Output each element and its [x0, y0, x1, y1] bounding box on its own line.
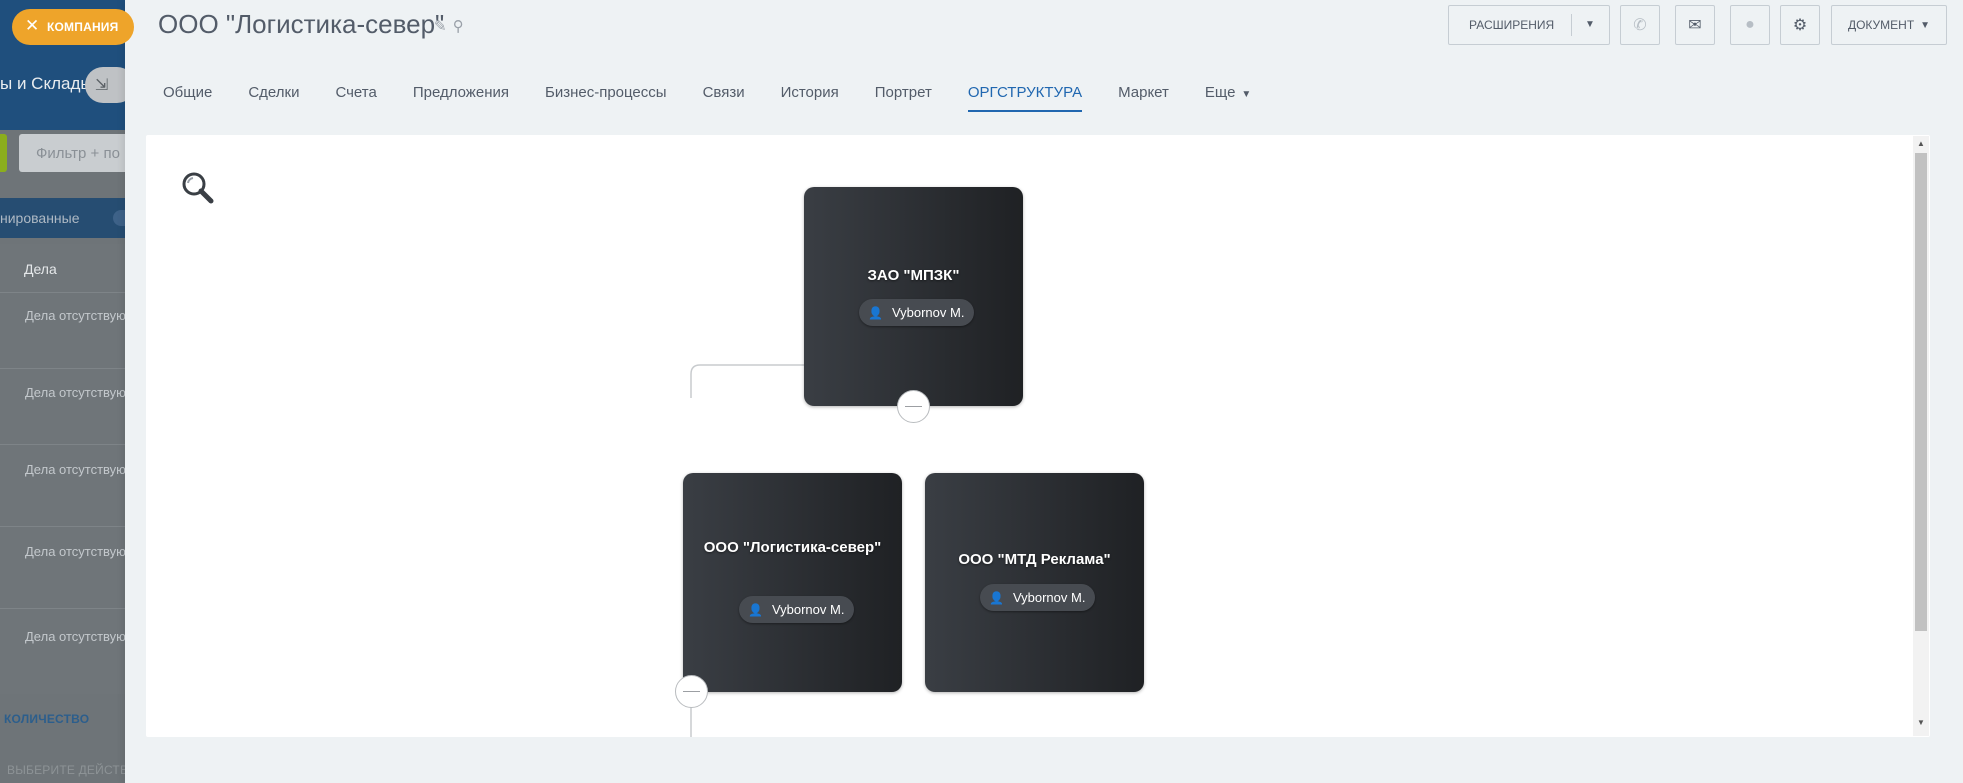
person-name: Vybornov M.	[1012, 590, 1086, 605]
link-icon[interactable]: ⚲	[453, 18, 464, 35]
node-title: ЗАО "МПЗК"	[867, 267, 960, 284]
button-divider	[1571, 14, 1572, 36]
tab-history[interactable]: История	[781, 84, 839, 112]
node-person[interactable]: 👤 Vybornov M.	[980, 584, 1096, 611]
background-title: ы и Склады	[0, 74, 93, 93]
extensions-label: РАСШИРЕНИЯ	[1469, 18, 1555, 32]
tab-deals[interactable]: Сделки	[248, 84, 299, 112]
entity-type-label: КОМПАНИЯ	[47, 20, 119, 34]
user-icon: 👤	[868, 305, 883, 320]
table-row: Дела отсутствуют	[0, 444, 130, 526]
node-person[interactable]: 👤 Vybornov M.	[859, 299, 975, 326]
tab-bar: Общие Сделки Счета Предложения Бизнес-пр…	[163, 84, 1287, 114]
company-name: ООО "Логистика-север"	[158, 9, 445, 39]
scroll-up-icon[interactable]: ▲	[1917, 139, 1925, 148]
call-button[interactable]: ✆	[1620, 5, 1660, 45]
phone-icon: ✆	[1633, 17, 1647, 34]
person-name: Vybornov M.	[891, 305, 965, 320]
pencil-icon[interactable]: ✎	[434, 18, 447, 35]
add-button	[0, 134, 7, 172]
tab-portrait[interactable]: Портрет	[875, 84, 932, 112]
column-header: Дела	[24, 261, 57, 277]
close-slider-button[interactable]: ✕ КОМПАНИЯ	[12, 9, 134, 45]
action-label: ВЫБЕРИТЕ ДЕЙСТВИЕ	[7, 763, 130, 777]
table-row: Дела отсутствуют	[0, 608, 130, 694]
tab-more[interactable]: Еще ▼	[1205, 84, 1251, 112]
person-name: Vybornov M.	[771, 602, 845, 617]
close-icon: ✕	[25, 16, 40, 35]
gear-icon: ⚙	[1792, 17, 1808, 34]
scroll-thumb[interactable]	[1915, 153, 1927, 631]
collapse-toggle[interactable]	[675, 675, 708, 708]
orgchart-canvas[interactable]: ЗАО "МПЗК" 👤 Vybornov M. ООО "Логистика-…	[146, 135, 1930, 737]
chevron-down-icon: ▼	[1241, 89, 1252, 100]
tab-more-label: Еще	[1204, 84, 1236, 101]
minus-icon	[905, 406, 922, 407]
tab-general[interactable]: Общие	[163, 84, 212, 112]
org-node-root[interactable]: ЗАО "МПЗК" 👤 Vybornov M.	[804, 187, 1023, 406]
mail-icon: ✉	[1688, 17, 1702, 34]
node-title: ООО "МТД Реклама"	[958, 551, 1111, 568]
title-actions: ✎ ⚲	[434, 17, 464, 35]
document-button[interactable]: ДОКУМЕНТ ▼	[1831, 5, 1947, 45]
node-person[interactable]: 👤 Vybornov M.	[739, 596, 855, 623]
minus-icon	[683, 691, 700, 692]
tab-relations[interactable]: Связи	[703, 84, 745, 112]
presets-label: нированные	[0, 210, 80, 226]
table-row: Дела отсутствуют	[0, 292, 130, 368]
row-cell: Дела отсутствуют	[25, 308, 130, 323]
chat-button[interactable]: ●	[1730, 5, 1770, 45]
user-icon: 👤	[989, 590, 1004, 605]
table-row: Дела отсутствуют	[0, 526, 130, 608]
tab-invoices[interactable]: Счета	[335, 84, 376, 112]
count-label: КОЛИЧЕСТВО	[4, 712, 90, 726]
chevron-down-icon: ▼	[1920, 19, 1931, 31]
filter-input: Фильтр + по	[19, 134, 130, 172]
background-page: ы и Склады ⇲ Фильтр + по нированные Дела…	[0, 0, 130, 783]
extensions-button[interactable]: РАСШИРЕНИЯ ▼	[1448, 5, 1610, 45]
tab-business-processes[interactable]: Бизнес-процессы	[545, 84, 667, 112]
row-cell: Дела отсутствуют	[25, 385, 130, 400]
table-row: Дела отсутствуют	[0, 368, 130, 444]
document-label: ДОКУМЕНТ	[1847, 18, 1915, 32]
org-node-child[interactable]: ООО "МТД Реклама" 👤 Vybornov M.	[925, 473, 1144, 692]
org-node-child[interactable]: ООО "Логистика-север" 👤 Vybornov M.	[683, 473, 902, 692]
scroll-down-icon[interactable]: ▼	[1917, 718, 1925, 727]
tab-orgstructure[interactable]: ОРГСТРУКТУРА	[967, 84, 1083, 112]
tab-market[interactable]: Маркет	[1118, 84, 1169, 112]
row-cell: Дела отсутствуют	[25, 629, 130, 644]
email-button[interactable]: ✉	[1675, 5, 1715, 45]
row-cell: Дела отсутствуют	[25, 544, 130, 559]
vertical-scrollbar[interactable]: ▲ ▼	[1913, 136, 1929, 736]
row-cell: Дела отсутствуют	[25, 462, 130, 477]
expand-icon: ⇲	[95, 77, 109, 94]
entity-slider: ООО "Логистика-север" ✎ ⚲ РАСШИРЕНИЯ ▼ ✆…	[125, 0, 1963, 783]
tab-quotes[interactable]: Предложения	[413, 84, 509, 112]
settings-button[interactable]: ⚙	[1780, 5, 1820, 45]
chat-icon: ●	[1745, 16, 1755, 33]
collapse-toggle[interactable]	[897, 390, 930, 423]
node-title: ООО "Логистика-север"	[703, 539, 882, 556]
chevron-down-icon[interactable]: ▼	[1585, 19, 1595, 30]
expand-button: ⇲	[85, 67, 130, 103]
user-icon: 👤	[748, 602, 763, 617]
page-title: ООО "Логистика-север"	[158, 9, 444, 40]
